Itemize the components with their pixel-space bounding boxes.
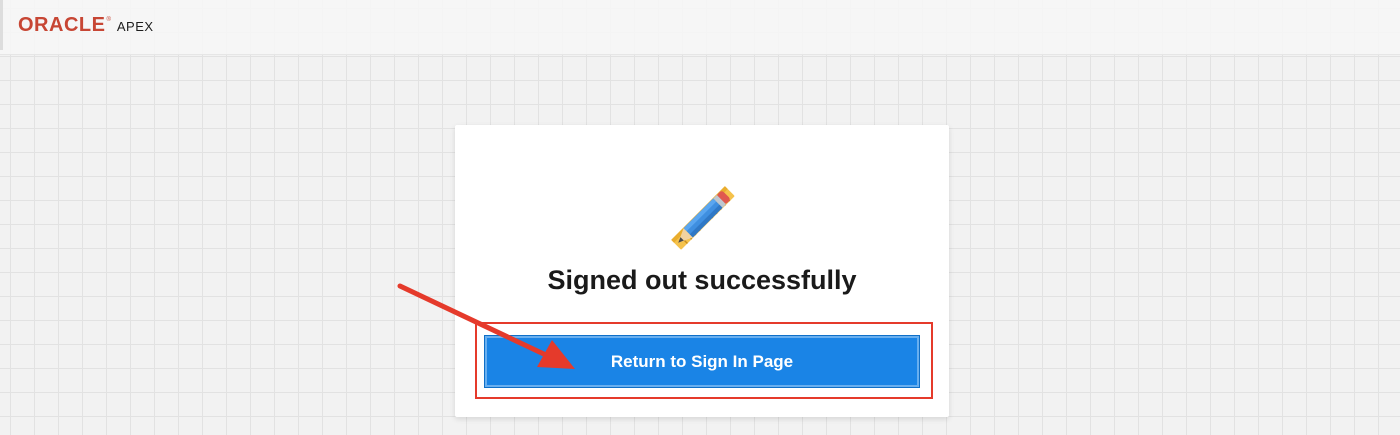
signout-card: Signed out successfully Return to Sign I… (455, 125, 949, 417)
signout-title: Signed out successfully (547, 265, 857, 295)
logo-product: APEX (116, 19, 154, 34)
logo-brand: ORACLE (18, 14, 106, 36)
app-header: ORACLE ® APEX (0, 0, 1400, 55)
logo-registered-mark: ® (106, 17, 111, 23)
return-to-sign-in-button[interactable]: Return to Sign In Page (484, 335, 920, 388)
oracle-apex-logo[interactable]: ORACLE ® APEX (18, 14, 154, 37)
pencil-ruler-icon (671, 186, 735, 250)
